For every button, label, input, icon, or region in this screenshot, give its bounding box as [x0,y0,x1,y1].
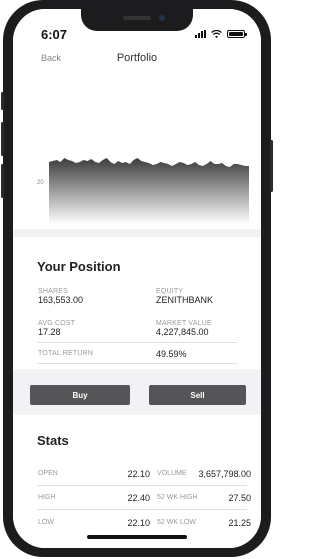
52-wk-low-label: 52 WK LOW [157,519,196,526]
page-title: Portfolio [116,52,158,64]
power-button [270,140,273,192]
wifi-icon [211,30,222,38]
volume-down-button [1,164,4,198]
high-value: 22.40 [127,493,150,503]
avg-cost-value: 17.28 [38,327,61,337]
divider [37,363,237,364]
screen: 6:07 Back Portfolio 20 Your Position SHA… [13,9,261,548]
status-bar: 6:07 [13,9,261,49]
shares-value: 163,553.00 [38,295,84,305]
mute-switch [1,92,4,110]
speaker-grille [123,16,151,20]
section-title-position: Your Position [37,259,121,274]
price-chart[interactable]: 20 [13,89,261,229]
avg-cost-label: AVG COST [38,320,76,327]
section-title-stats: Stats [37,433,69,448]
stats-card: Stats OPEN 22.10 VOLUME 3,657,798.00 HIG… [13,415,261,548]
volume-value: 3,657,798.00 [198,469,251,479]
volume-up-button [1,122,4,156]
chart-area-fill [49,158,249,224]
52-wk-high-label: 52 WK HIGH [157,494,198,501]
position-card: Your Position SHARES 163,553.00 EQUITY Z… [13,237,261,369]
market-value-label: MARKET VALUE [156,320,212,327]
open-label: OPEN [38,470,58,477]
status-time: 6:07 [41,27,68,42]
52-wk-low-value: 21.25 [228,518,251,528]
equity-value: ZENITHBANK [156,295,214,305]
volume-label: VOLUME [157,470,187,477]
market-value-value: 4,227,845.00 [156,327,209,337]
shares-label: SHARES [38,288,68,295]
chart-y-tick-label: 20 [37,180,44,186]
sell-button[interactable]: Sell [149,385,246,405]
total-return-value: 49.59% [156,349,187,359]
battery-icon [227,30,247,38]
52-wk-high-value: 27.50 [228,493,251,503]
total-return-label: TOTAL RETURN [38,350,94,357]
signal-icon [195,30,206,38]
open-value: 22.10 [127,469,150,479]
divider [37,509,247,510]
phone-frame: 6:07 Back Portfolio 20 Your Position SHA… [1,0,273,557]
status-icons [195,30,247,38]
home-indicator[interactable] [87,535,187,539]
low-value: 22.10 [127,518,150,528]
divider [37,485,247,486]
divider [37,342,237,343]
front-camera [159,15,165,21]
buy-button[interactable]: Buy [30,385,130,405]
price-chart-svg: 20 [37,158,249,224]
equity-label: EQUITY [156,288,184,295]
notch [81,9,193,31]
high-label: HIGH [38,494,56,501]
low-label: LOW [38,519,54,526]
